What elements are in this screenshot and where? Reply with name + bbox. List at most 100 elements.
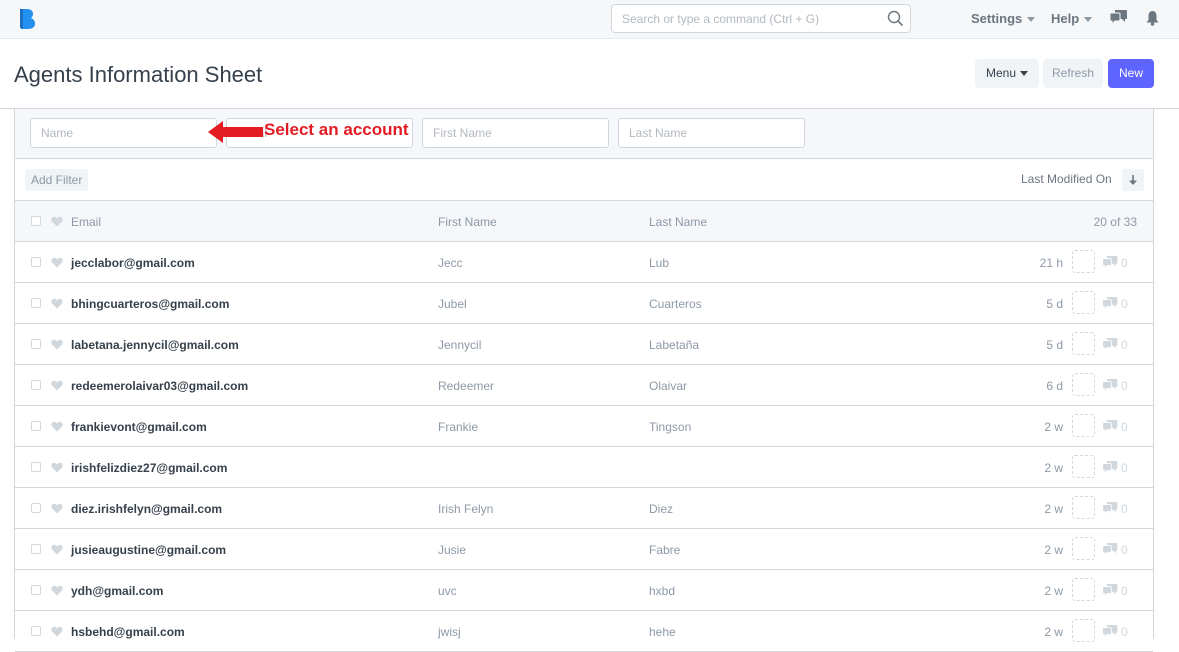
result-count: 20 of 33	[1093, 215, 1137, 229]
sort-order-button[interactable]	[1122, 169, 1144, 191]
row-checkbox[interactable]	[31, 503, 41, 513]
settings-label: Settings	[971, 11, 1023, 26]
sort-selector[interactable]: Last Modified On	[1021, 172, 1112, 186]
row-last-name: Diez	[649, 502, 674, 516]
row-comments: 0	[1102, 584, 1128, 598]
heart-icon[interactable]	[51, 380, 63, 391]
settings-dropdown[interactable]: Settings	[971, 11, 1036, 26]
row-email[interactable]: jusieaugustine@gmail.com	[71, 543, 226, 557]
row-last-name: Fabre	[649, 543, 681, 557]
navbar: Settings Help	[0, 0, 1179, 39]
comment-icon	[1102, 584, 1118, 598]
avatar	[1072, 414, 1095, 437]
heart-icon[interactable]	[51, 503, 63, 514]
first-name-filter-input[interactable]	[423, 119, 608, 147]
row-email[interactable]: bhingcuarteros@gmail.com	[71, 297, 229, 311]
caret-down-icon	[1027, 17, 1036, 23]
row-last-name: Labetaña	[649, 338, 700, 352]
heart-icon[interactable]	[51, 216, 63, 227]
last-name-filter-input[interactable]	[619, 119, 804, 147]
heart-icon[interactable]	[51, 257, 63, 268]
heart-icon[interactable]	[51, 421, 63, 432]
row-comment-count: 0	[1121, 584, 1128, 598]
row-email[interactable]: diez.irishfelyn@gmail.com	[71, 502, 222, 516]
row-modified: 2 w	[1044, 543, 1063, 557]
heart-icon[interactable]	[51, 585, 63, 596]
name-filter-input[interactable]	[31, 119, 216, 147]
list-row[interactable]: ydh@gmail.com uvc hxbd 2 w 0	[15, 570, 1153, 611]
row-email[interactable]: hsbehd@gmail.com	[71, 625, 185, 639]
row-comment-count: 0	[1121, 502, 1128, 516]
search-bar[interactable]	[611, 4, 911, 33]
heart-icon[interactable]	[51, 339, 63, 350]
list-row[interactable]: jusieaugustine@gmail.com Jusie Fabre 2 w 0	[15, 529, 1153, 570]
row-email[interactable]: irishfelizdiez27@gmail.com	[71, 461, 227, 475]
name-filter[interactable]	[30, 118, 217, 148]
heart-icon[interactable]	[51, 544, 63, 555]
row-last-name: Olaivar	[649, 379, 688, 393]
row-checkbox[interactable]	[31, 298, 41, 308]
list-row[interactable]: diez.irishfelyn@gmail.com Irish Felyn Diez…	[15, 488, 1153, 529]
row-checkbox[interactable]	[31, 626, 41, 636]
row-email[interactable]: ydh@gmail.com	[71, 584, 163, 598]
refresh-button[interactable]: Refresh	[1043, 59, 1103, 88]
row-checkbox[interactable]	[31, 585, 41, 595]
list-row[interactable]: jecclabor@gmail.com Jecc Lub 21 h 0	[15, 242, 1153, 283]
app-logo-icon[interactable]	[18, 9, 36, 29]
row-checkbox[interactable]	[31, 462, 41, 472]
row-checkbox[interactable]	[31, 380, 41, 390]
help-dropdown[interactable]: Help	[1051, 11, 1093, 26]
list-row[interactable]: frankievont@gmail.com Frankie Tingson 2 w 0	[15, 406, 1153, 447]
comment-icon	[1102, 256, 1118, 270]
row-email[interactable]: redeemerolaivar03@gmail.com	[71, 379, 248, 393]
row-first-name: uvc	[438, 584, 457, 598]
comment-icon	[1102, 502, 1118, 516]
row-email[interactable]: jecclabor@gmail.com	[71, 256, 195, 270]
first-name-filter[interactable]	[422, 118, 609, 148]
row-comment-count: 0	[1121, 543, 1128, 557]
caret-down-icon	[1084, 17, 1093, 23]
row-last-name: Tingson	[649, 420, 692, 434]
caret-down-icon	[1020, 71, 1029, 77]
chat-icon[interactable]	[1110, 10, 1127, 25]
menu-label: Menu	[985, 66, 1017, 80]
row-email[interactable]: labetana.jennycil@gmail.com	[71, 338, 239, 352]
row-last-name: Lub	[649, 256, 670, 270]
row-first-name: Jennycil	[438, 338, 482, 352]
list-row[interactable]: labetana.jennycil@gmail.com Jennycil Labet…	[15, 324, 1153, 365]
avatar	[1072, 619, 1095, 642]
row-checkbox[interactable]	[31, 257, 41, 267]
row-first-name: Jubel	[438, 297, 467, 311]
search-icon[interactable]	[887, 10, 904, 27]
row-comment-count: 0	[1121, 625, 1128, 639]
row-checkbox[interactable]	[31, 421, 41, 431]
menu-button[interactable]: Menu	[975, 59, 1039, 88]
new-button[interactable]: New	[1108, 59, 1154, 88]
row-last-name: hehe	[649, 625, 676, 639]
add-filter-button[interactable]: Add Filter	[25, 169, 89, 191]
row-comments: 0	[1102, 379, 1128, 393]
row-first-name: jwisj	[438, 625, 461, 639]
heart-icon[interactable]	[51, 298, 63, 309]
email-column-header: Email	[71, 215, 102, 229]
heart-icon[interactable]	[51, 626, 63, 637]
row-comments: 0	[1102, 420, 1128, 434]
search-input[interactable]	[612, 5, 872, 32]
list-row[interactable]: redeemerolaivar03@gmail.com Redeemer Olaiv…	[15, 365, 1153, 406]
list-row[interactable]: hsbehd@gmail.com jwisj hehe 2 w 0	[15, 611, 1153, 652]
row-comments: 0	[1102, 297, 1128, 311]
last-name-filter[interactable]	[618, 118, 805, 148]
select-all-checkbox[interactable]	[31, 216, 41, 226]
heart-icon[interactable]	[51, 462, 63, 473]
row-comment-count: 0	[1121, 461, 1128, 475]
notification-bell-icon[interactable]	[1146, 10, 1159, 26]
row-email[interactable]: frankievont@gmail.com	[71, 420, 207, 434]
row-checkbox[interactable]	[31, 339, 41, 349]
red-arrow-left-icon	[208, 121, 263, 143]
row-checkbox[interactable]	[31, 544, 41, 554]
comment-icon	[1102, 461, 1118, 475]
list-row[interactable]: irishfelizdiez27@gmail.com 2 w 0	[15, 447, 1153, 488]
list-row[interactable]: bhingcuarteros@gmail.com Jubel Cuarteros 5 …	[15, 283, 1153, 324]
standard-filters	[15, 109, 1153, 159]
row-modified: 2 w	[1044, 502, 1063, 516]
